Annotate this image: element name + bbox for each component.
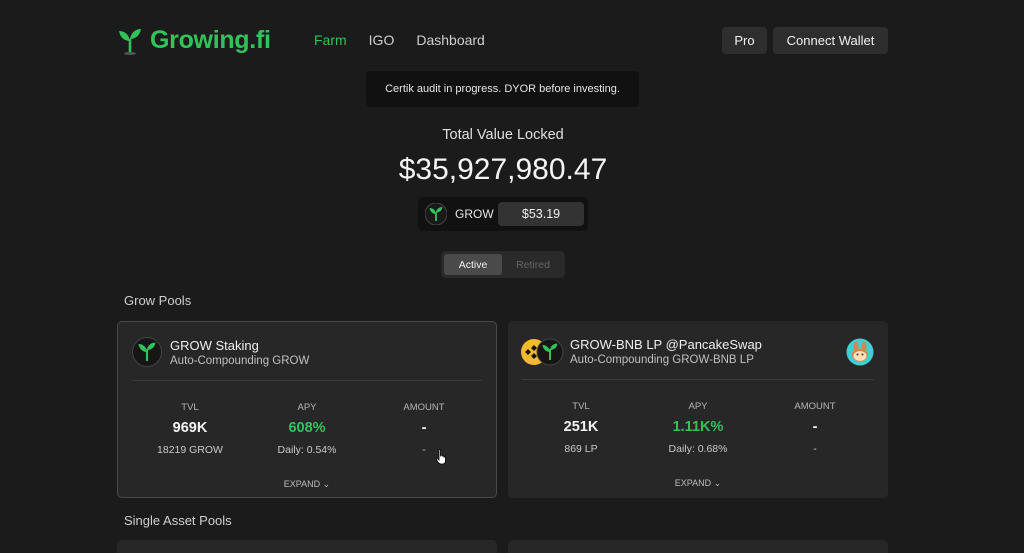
tvl-stat-sub: 869 LP xyxy=(564,443,598,455)
card-subtitle: Auto-Compounding GROW-BNB LP xyxy=(570,354,754,366)
amount-stat-label: AMOUNT xyxy=(794,401,836,412)
pro-button[interactable]: Pro xyxy=(722,27,767,54)
pool-status-toggle: Active Retired xyxy=(441,251,565,278)
price-value: $53.19 xyxy=(498,202,584,226)
pool-card-grow-staking[interactable]: GROW Staking Auto-Compounding GROW TVL 9… xyxy=(117,321,497,498)
apy-stat-value: 608% xyxy=(288,420,326,436)
cursor-pointer-icon xyxy=(436,449,446,465)
section-single-asset-pools: Single Asset Pools xyxy=(124,513,232,528)
brand-name: Growing.fi xyxy=(150,26,271,54)
expand-button[interactable]: EXPAND ⌄ xyxy=(508,478,888,489)
amount-stat-sub: - xyxy=(422,444,426,456)
logo[interactable]: Growing.fi xyxy=(118,26,271,55)
nav-igo[interactable]: IGO xyxy=(369,32,395,48)
amount-stat-value: - xyxy=(421,420,427,436)
section-grow-pools: Grow Pools xyxy=(124,293,192,308)
apy-stat-label: APY xyxy=(297,402,317,413)
grow-bnb-pair-icon xyxy=(521,338,564,366)
nav-dashboard[interactable]: Dashboard xyxy=(416,32,485,48)
card-title: GROW Staking xyxy=(170,338,259,353)
card-title: GROW-BNB LP @PancakeSwap xyxy=(570,337,762,352)
tvl-stat-label: TVL xyxy=(181,402,199,413)
grow-token-icon xyxy=(425,203,447,225)
tvl-label: Total Value Locked xyxy=(442,127,564,143)
card-divider xyxy=(132,380,482,381)
toggle-active[interactable]: Active xyxy=(444,254,502,275)
token-price-box: GROW $53.19 xyxy=(418,197,588,231)
apy-stat-value: 1.11K% xyxy=(672,419,724,435)
tvl-stat-sub: 18219 GROW xyxy=(157,444,223,456)
connect-wallet-button[interactable]: Connect Wallet xyxy=(773,27,888,54)
amount-stat-label: AMOUNT xyxy=(403,402,445,413)
amount-stat-value: - xyxy=(812,419,818,435)
pool-card-grow-bnb-lp[interactable]: GROW-BNB LP @PancakeSwap Auto-Compoundin… xyxy=(508,321,888,498)
tvl-stat-label: TVL xyxy=(572,401,590,412)
card-divider xyxy=(522,379,874,380)
amount-stat-sub: - xyxy=(813,443,817,455)
toggle-retired[interactable]: Retired xyxy=(504,254,562,275)
pool-card[interactable] xyxy=(117,540,497,553)
nav-farm[interactable]: Farm xyxy=(314,32,347,48)
main-nav: Farm IGO Dashboard xyxy=(314,32,485,48)
expand-button[interactable]: EXPAND ⌄ xyxy=(118,479,496,490)
card-subtitle: Auto-Compounding GROW xyxy=(170,355,310,367)
apy-stat-sub: Daily: 0.54% xyxy=(277,444,337,456)
audit-notice: Certik audit in progress. DYOR before in… xyxy=(366,71,639,107)
price-token-name: GROW xyxy=(455,207,494,221)
grow-token-icon xyxy=(132,337,162,367)
tvl-value: $35,927,980.47 xyxy=(398,153,608,186)
pancakeswap-bunny-icon[interactable] xyxy=(846,338,874,366)
apy-stat-label: APY xyxy=(688,401,708,412)
tvl-stat-value: 251K xyxy=(563,419,599,435)
tvl-stat-value: 969K xyxy=(172,420,208,436)
pool-card[interactable] xyxy=(508,540,888,553)
top-header: Growing.fi Farm IGO Dashboard Pro Connec… xyxy=(0,0,1024,80)
grow-sprout-icon xyxy=(119,28,141,55)
apy-stat-sub: Daily: 0.68% xyxy=(668,443,728,455)
